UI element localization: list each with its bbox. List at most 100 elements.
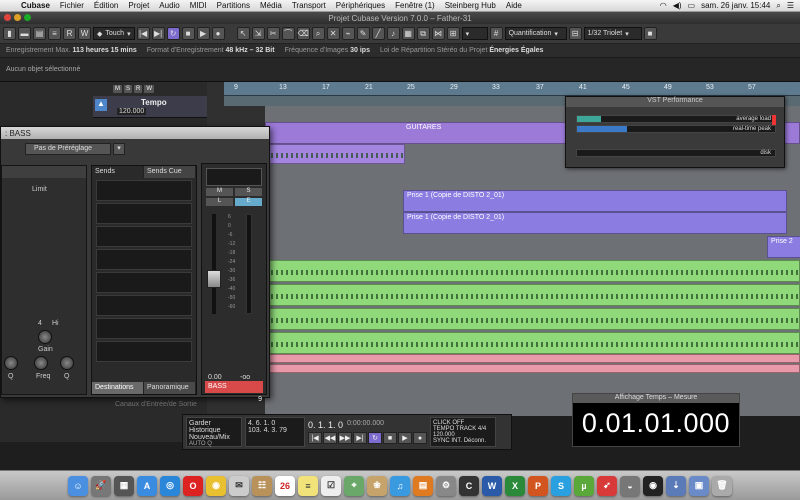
tab-sends[interactable]: Sends [92, 166, 144, 178]
menu-media[interactable]: Média [255, 1, 287, 10]
zoom-window-button[interactable] [24, 14, 31, 21]
inspector-toggle-button[interactable]: ▮ [3, 27, 16, 40]
pan-law-value[interactable]: Énergies Égales [489, 47, 543, 54]
position-time-value[interactable]: 0:00:00.000 [347, 420, 384, 430]
disk-utility-icon[interactable]: ◒ [620, 475, 640, 496]
gain-knob[interactable] [38, 330, 52, 344]
time-display-title[interactable]: Affichage Temps – Mesure [573, 394, 739, 403]
notes-icon[interactable]: ≡ [298, 475, 318, 496]
opera-icon[interactable]: O [183, 475, 203, 496]
automation-mode-dropdown[interactable]: ◆ Touch ▾ [93, 27, 135, 40]
left-locator-value[interactable]: 4. 6. 1. 0 [248, 420, 302, 427]
cycle-button[interactable]: ↻ [166, 27, 180, 40]
q-knob-left[interactable] [4, 356, 18, 370]
go-to-start-button[interactable]: |◀ [136, 27, 150, 40]
io-channels-label[interactable]: Canaux d'Entrée/de Sortie [115, 401, 197, 408]
listen-button[interactable]: L [206, 198, 233, 206]
send-slot[interactable] [96, 272, 192, 293]
volume-fader-track[interactable] [212, 214, 216, 314]
draw-tool[interactable]: ✎ [356, 27, 370, 40]
rewind-icon[interactable]: ◀◀ [323, 432, 337, 444]
freq-knob[interactable] [34, 356, 48, 370]
audio-track-4[interactable] [265, 332, 800, 354]
tempo-track-header[interactable]: ▲ Tempo 120.000 [93, 96, 207, 118]
prise2-event[interactable]: Prise 1 (Copie de DISTO 2_01) [403, 212, 787, 234]
object-selection-tool[interactable]: ↖ [236, 27, 250, 40]
pink-track-1[interactable] [265, 354, 800, 363]
launchpad-icon[interactable]: 🚀 [91, 475, 111, 496]
record-button[interactable]: ● [211, 27, 225, 40]
menu-audio[interactable]: Audio [154, 1, 184, 10]
menu-fichier[interactable]: Fichier [55, 1, 89, 10]
snap-type-dropdown[interactable]: ▾ [461, 27, 488, 40]
preset-selector[interactable]: Pas de Préréglage [25, 143, 111, 155]
stop-button[interactable]: ■ [181, 27, 195, 40]
menu-steinberg-hub[interactable]: Steinberg Hub [440, 1, 501, 10]
frame-rate-value[interactable]: 30 ips [350, 47, 370, 54]
play-icon[interactable]: ▶ [398, 432, 412, 444]
itunes-icon[interactable]: ♫ [390, 475, 410, 496]
tab-panoramique[interactable]: Panoramique [144, 382, 196, 394]
tab-destinations[interactable]: Destinations [92, 382, 144, 394]
go-to-start-icon[interactable]: |◀ [308, 432, 322, 444]
bass-window-title[interactable]: : BASS [1, 127, 269, 139]
rec-max-value[interactable]: 113 heures 15 mins [73, 47, 137, 54]
spotlight-search-icon[interactable]: ⌕ [776, 1, 780, 11]
grid-resolution-dropdown[interactable]: 1/32 Triolet ▾ [583, 27, 642, 40]
record-icon[interactable]: ● [413, 432, 427, 444]
battery-icon[interactable]: ▭ [688, 1, 696, 10]
line-tool[interactable]: ╱ [371, 27, 385, 40]
mission-control-icon[interactable]: ▦ [114, 475, 134, 496]
record-mix-mode[interactable]: Nouveau/Mix [189, 434, 239, 441]
range-tool[interactable]: ⇲ [251, 27, 265, 40]
rec-format-value[interactable]: 48 kHz – 32 Bit [226, 47, 275, 54]
snap-type-button[interactable]: ⊞ [446, 27, 460, 40]
audio-track-2[interactable] [265, 284, 800, 306]
play-button[interactable]: ▶ [196, 27, 210, 40]
menu-peripheriques[interactable]: Périphériques [331, 1, 390, 10]
send-slot[interactable] [96, 226, 192, 247]
reminders-icon[interactable]: ☑ [321, 475, 341, 496]
send-slot[interactable] [96, 180, 192, 201]
send-slot[interactable] [96, 295, 192, 316]
tab-sends-cue[interactable]: Sends Cue [144, 166, 196, 178]
go-to-end-icon[interactable]: ▶| [353, 432, 367, 444]
prise1-event[interactable]: Prise 1 (Copie de DISTO 2_01) [403, 190, 787, 212]
close-window-button[interactable] [4, 14, 11, 21]
menu-fenetre[interactable]: Fenêtre (1) [390, 1, 440, 10]
app-store-icon[interactable]: A [137, 475, 157, 496]
cycle-icon[interactable]: ↻ [368, 432, 382, 444]
play-tool[interactable]: ♪ [386, 27, 400, 40]
color-swatch-button[interactable]: ■ [643, 27, 657, 40]
skype-icon[interactable]: S [551, 475, 571, 496]
right-locator-value[interactable]: 103. 4. 3. 79 [248, 427, 302, 434]
powerpoint-icon[interactable]: P [528, 475, 548, 496]
channel-name-bass[interactable]: BASS [205, 381, 263, 393]
wifi-icon[interactable]: ◠ [660, 1, 667, 10]
auto-quantize-button[interactable]: AUTO Q [189, 441, 239, 447]
volume-icon[interactable]: ◀) [673, 1, 682, 10]
send-slot[interactable] [96, 318, 192, 339]
record-history-mode[interactable]: Garder Historique [189, 420, 239, 434]
send-slot[interactable] [96, 203, 192, 224]
forward-icon[interactable]: ▶▶ [338, 432, 352, 444]
overview-toggle-button[interactable]: ▤ [33, 27, 46, 40]
glue-tool[interactable]: ⌒ [281, 27, 295, 40]
downloads-stack-icon[interactable]: ⇣ [666, 475, 686, 496]
vst-performance-title[interactable]: VST Performance [566, 97, 784, 107]
arrow-app-icon[interactable]: ➹ [597, 475, 617, 496]
erase-tool[interactable]: ⌫ [296, 27, 310, 40]
menu-partitions[interactable]: Partitions [212, 1, 255, 10]
menu-transport[interactable]: Transport [287, 1, 331, 10]
global-solo-button[interactable]: S [124, 85, 133, 93]
pan-control[interactable] [206, 168, 262, 186]
split-tool[interactable]: ✂ [266, 27, 280, 40]
read-automation-button[interactable]: R [63, 27, 76, 40]
grid-button[interactable]: # [489, 27, 503, 40]
calendar-icon[interactable]: 26 [275, 475, 295, 496]
word-icon[interactable]: W [482, 475, 502, 496]
sync-label[interactable]: SYNC [433, 438, 450, 444]
audio-track-1[interactable] [265, 260, 800, 282]
ibooks-icon[interactable]: ▤ [413, 475, 433, 496]
q-knob-right[interactable] [60, 356, 74, 370]
